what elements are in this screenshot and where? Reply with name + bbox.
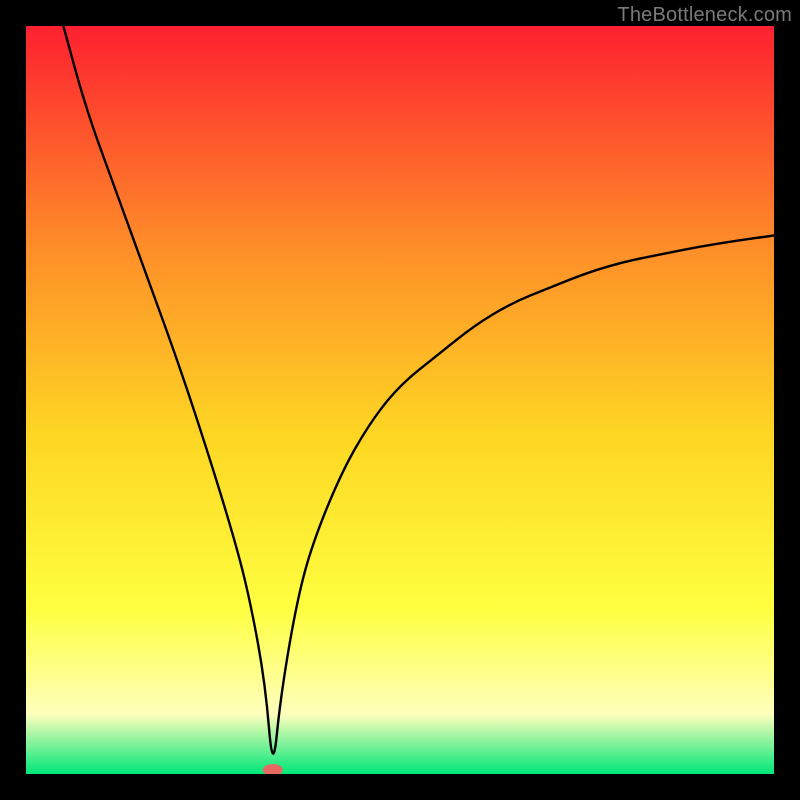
- chart-frame: [26, 26, 774, 774]
- watermark-text: TheBottleneck.com: [617, 4, 792, 27]
- chart-canvas: [26, 26, 774, 774]
- gradient-background: [26, 26, 774, 774]
